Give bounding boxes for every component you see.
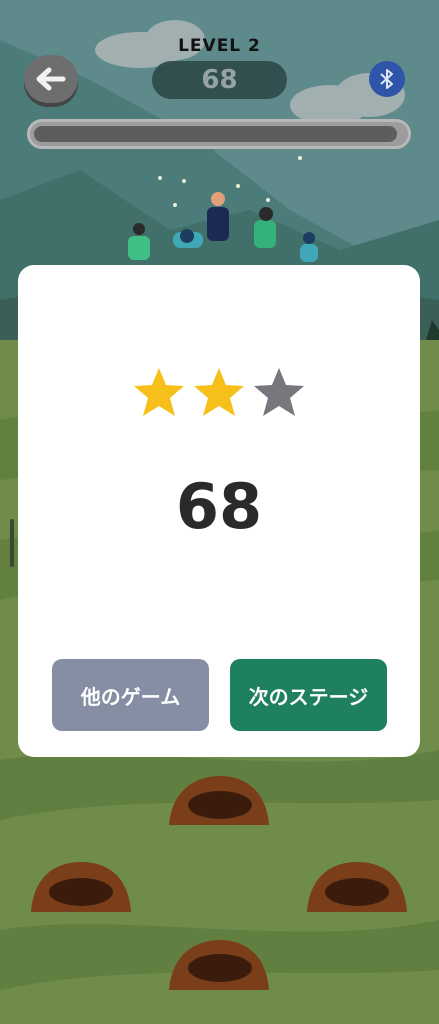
star-filled-icon [134, 368, 184, 416]
score-value: 68 [201, 65, 238, 95]
bluetooth-button[interactable] [369, 61, 405, 97]
back-button[interactable] [24, 55, 78, 103]
star-rating [18, 365, 420, 421]
level-label: LEVEL 2 [178, 36, 261, 56]
progress-fill [34, 126, 397, 142]
final-score: 68 [175, 470, 263, 543]
other-games-button[interactable]: 他のゲーム [52, 659, 209, 731]
progress-bar [27, 119, 411, 149]
star-empty-icon [254, 368, 304, 416]
bluetooth-icon [380, 69, 393, 89]
back-arrow-icon [36, 67, 66, 91]
result-dialog: 68 他のゲーム 次のステージ [18, 265, 420, 757]
next-stage-button[interactable]: 次のステージ [230, 659, 387, 731]
score-display: 68 [152, 61, 287, 99]
side-scroll-handle[interactable] [10, 519, 14, 567]
star-filled-icon [194, 368, 244, 416]
